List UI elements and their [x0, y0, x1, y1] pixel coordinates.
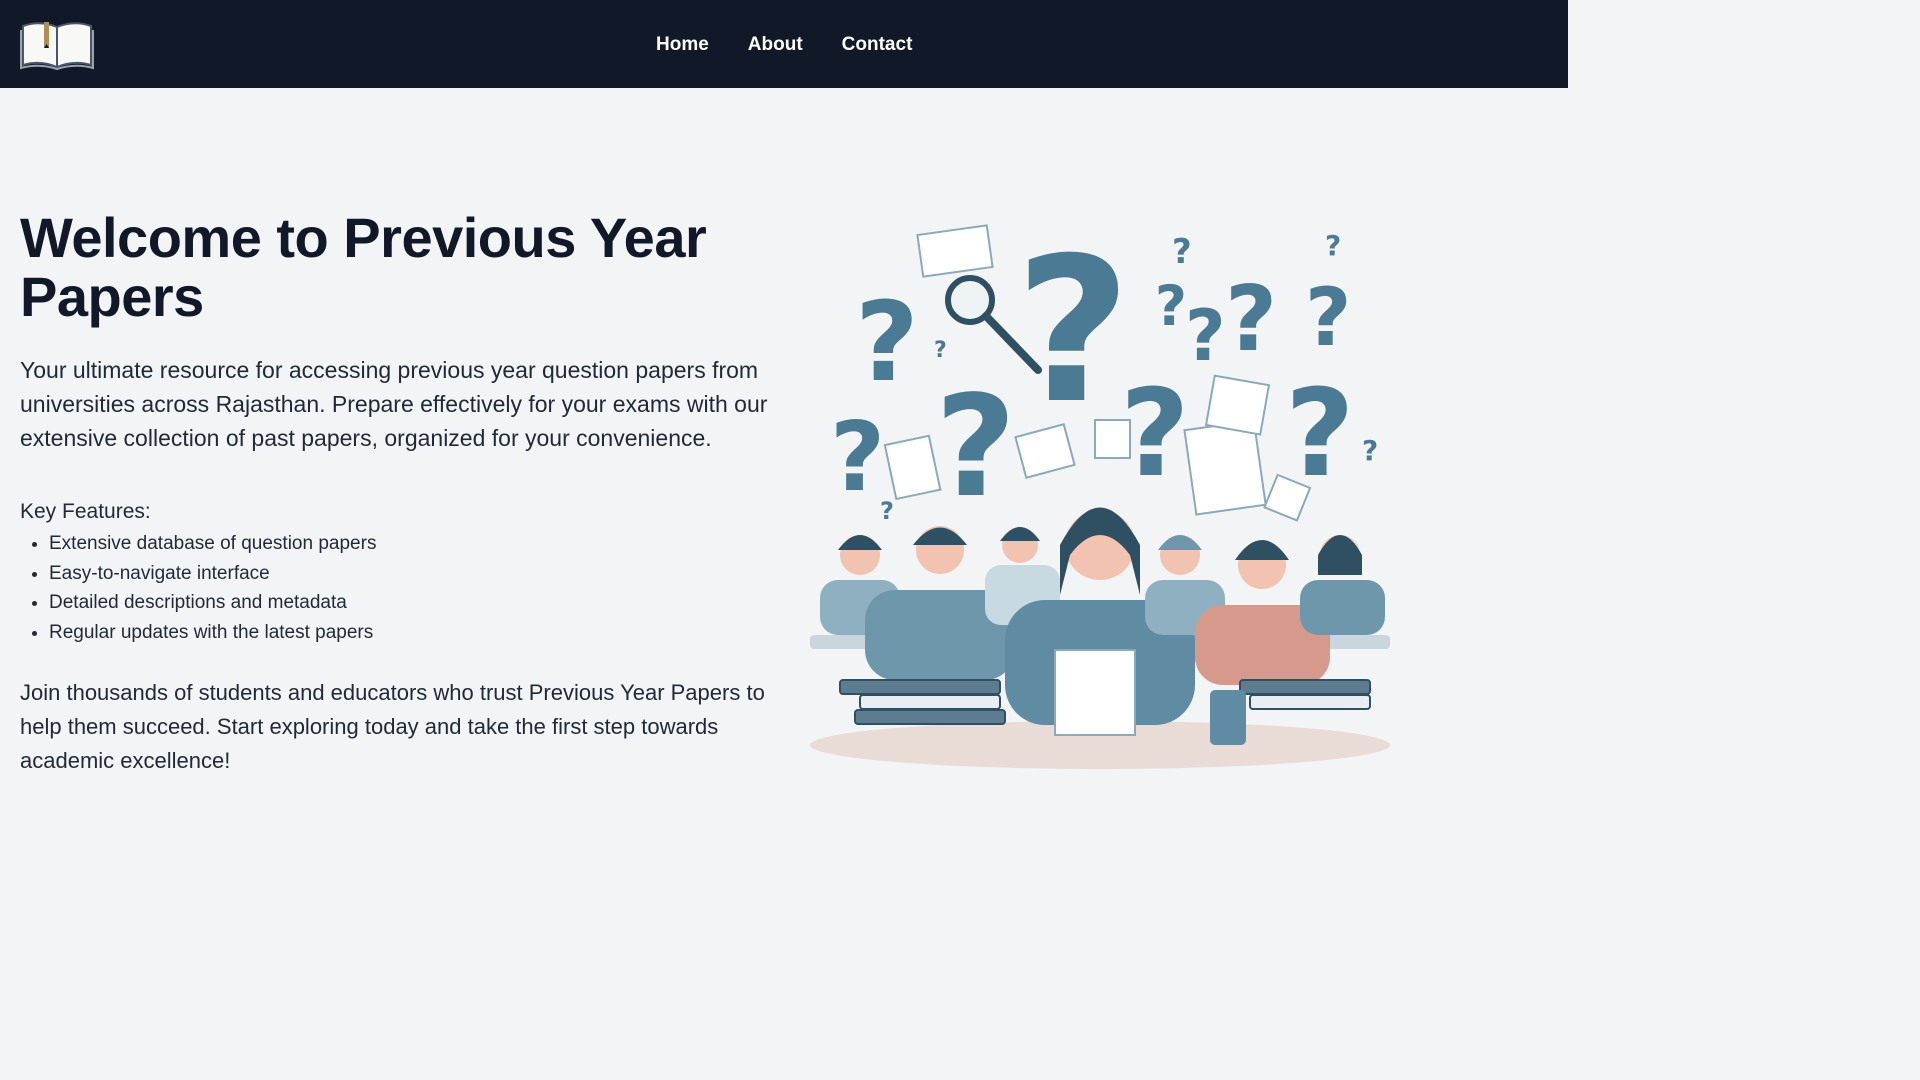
svg-text:?: ? [855, 278, 919, 406]
nav-links: Home About Contact [656, 33, 912, 57]
svg-text:?: ? [1225, 267, 1277, 372]
svg-text:?: ? [1185, 295, 1226, 377]
hero-content: Welcome to Previous Year Papers Your ult… [20, 208, 770, 778]
svg-text:?: ? [934, 338, 947, 363]
svg-text:?: ? [880, 497, 894, 525]
svg-text:?: ? [935, 366, 1016, 529]
nav-link-about[interactable]: About [748, 33, 803, 57]
open-book-icon[interactable] [20, 18, 94, 71]
svg-text:?: ? [1155, 274, 1187, 338]
outro-paragraph: Join thousands of students and educators… [20, 680, 765, 773]
nav-link-contact[interactable]: Contact [842, 33, 913, 57]
feature-item: Easy-to-navigate interface [49, 559, 770, 589]
svg-text:?: ? [830, 403, 885, 513]
svg-text:?: ? [1305, 271, 1351, 364]
features-list: Extensive database of question papers Ea… [20, 529, 770, 647]
svg-text:?: ? [1172, 232, 1192, 272]
svg-text:?: ? [1015, 215, 1131, 448]
students-studying-illustration: ? ? ? ? ? ? ? ? ? ? ? ? ? ? ? [800, 215, 1400, 775]
nav-link-home[interactable]: Home [656, 33, 709, 57]
feature-item: Regular updates with the latest papers [49, 618, 770, 648]
feature-item: Extensive database of question papers [49, 529, 770, 559]
features-heading: Key Features: [20, 500, 151, 523]
intro-paragraph: Your ultimate resource for accessing pre… [20, 357, 768, 451]
feature-item: Detailed descriptions and metadata [49, 588, 770, 618]
svg-text:?: ? [1325, 229, 1341, 262]
navbar: Home About Contact [0, 0, 1568, 88]
svg-text:?: ? [1362, 434, 1378, 467]
page-title: Welcome to Previous Year Papers [20, 206, 707, 328]
